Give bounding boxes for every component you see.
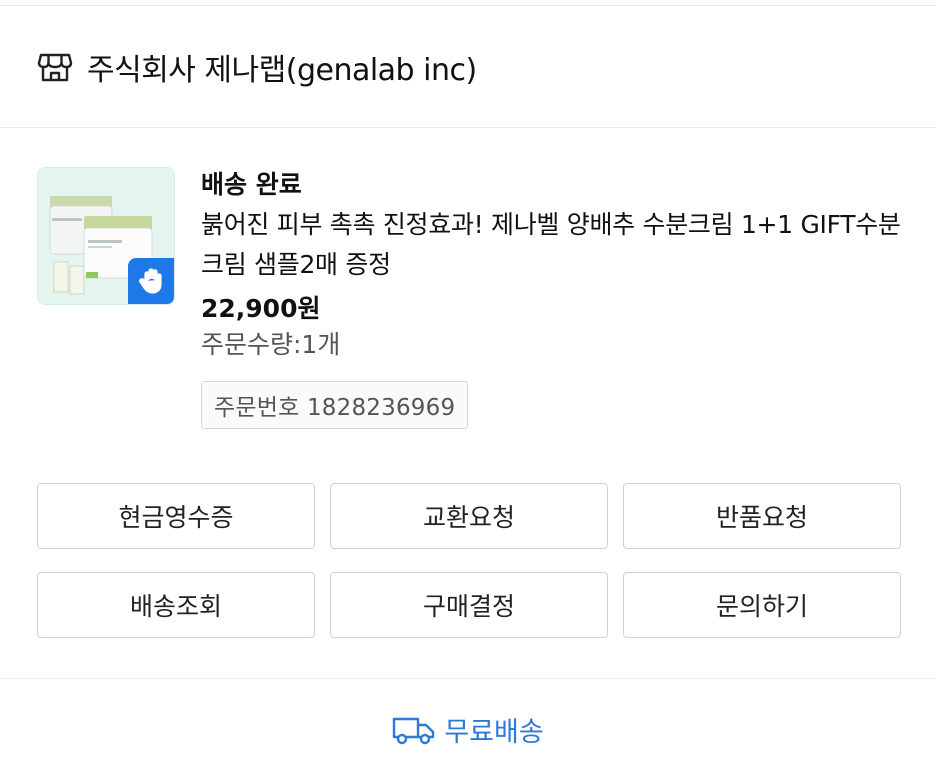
inquiry-button[interactable]: 문의하기 bbox=[623, 572, 901, 638]
order-number-badge: 주문번호 1828236969 bbox=[201, 381, 469, 429]
exchange-request-button[interactable]: 교환요청 bbox=[330, 483, 608, 549]
product-title[interactable]: 붉어진 피부 촉촉 진정효과! 제나벨 양배추 수분크림 1+1 GIFT수분크… bbox=[201, 205, 901, 285]
product-price: 22,900원 bbox=[201, 294, 321, 323]
free-shipping: 무료배송 bbox=[0, 679, 936, 780]
delivery-status: 배송 완료 bbox=[201, 170, 302, 199]
free-shipping-label: 무료배송 bbox=[444, 717, 544, 748]
cash-receipt-button[interactable]: 현금영수증 bbox=[37, 483, 315, 549]
store-icon bbox=[37, 49, 73, 85]
return-request-button[interactable]: 반품요청 bbox=[623, 483, 901, 549]
product-thumbnail[interactable] bbox=[37, 167, 175, 305]
store-name: 주식회사 제나랩(genalab inc) bbox=[87, 52, 477, 88]
order-actions: 현금영수증 교환요청 반품요청 배송조회 구매결정 문의하기 bbox=[37, 483, 901, 638]
store-header[interactable]: 주식회사 제나랩(genalab inc) bbox=[0, 6, 936, 128]
track-delivery-button[interactable]: 배송조회 bbox=[37, 572, 315, 638]
confirm-purchase-button[interactable]: 구매결정 bbox=[330, 572, 608, 638]
truck-icon bbox=[392, 715, 436, 745]
order-quantity: 주문수량:1개 bbox=[201, 330, 341, 359]
order-detail-page: 주식회사 제나랩(genalab inc) 배송 완료 붉어진 피부 촉촉 진정… bbox=[0, 0, 936, 780]
order-info: 배송 완료 붉어진 피부 촉촉 진정효과! 제나벨 양배추 수분크림 1+1 G… bbox=[201, 167, 901, 429]
hand-icon bbox=[128, 258, 174, 304]
